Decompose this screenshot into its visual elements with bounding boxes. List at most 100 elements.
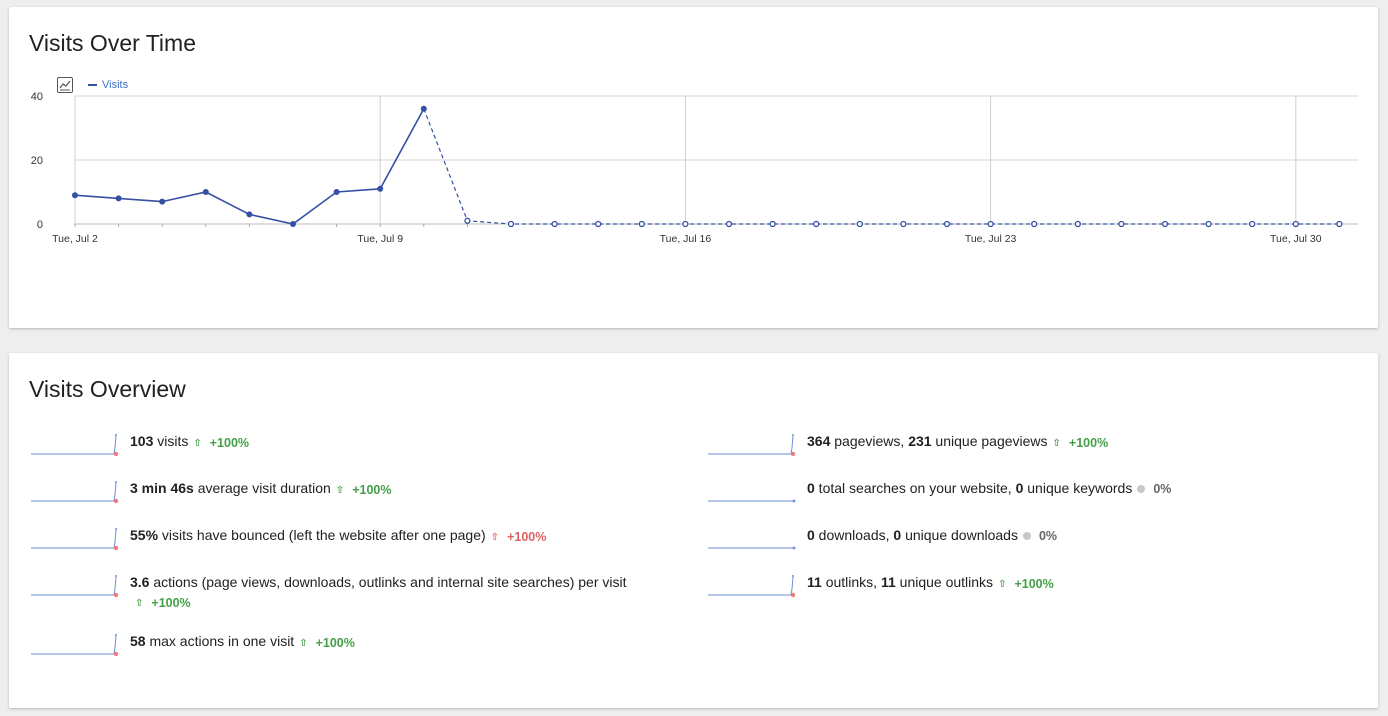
metric-label: unique outlinks xyxy=(895,574,994,590)
metric-row: 364 pageviews, 231 unique pageviews ⇧ +100… xyxy=(707,432,1108,458)
sparkline-graph[interactable] xyxy=(30,573,120,599)
visits-line-chart: 0 20 40 Tue, Jul 2 Tue, Jul 9 Tue, Jul 16 Tue,… xyxy=(31,91,1358,245)
sparkline-graph[interactable] xyxy=(30,632,120,658)
trend-indicator: 0% xyxy=(1137,480,1171,499)
y-tick-label: 0 xyxy=(37,219,43,231)
metric-label: total searches on your website, xyxy=(814,480,1016,496)
trend-value: +100% xyxy=(507,530,547,544)
metric-value: 58 xyxy=(130,633,146,649)
metric-row: 103 visits ⇧ +100% xyxy=(30,432,249,458)
sparkline-graph[interactable] xyxy=(707,432,797,458)
x-tick-label: Tue, Jul 9 xyxy=(357,233,403,245)
metric-value: 55% xyxy=(130,527,159,543)
sparkline-graph[interactable] xyxy=(707,479,797,505)
metric-text: 55% visits have bounced (left the websit… xyxy=(130,526,546,547)
metric-label: downloads, xyxy=(814,527,894,543)
data-point xyxy=(115,195,122,202)
data-point xyxy=(551,220,558,228)
neutral-dot-icon xyxy=(1137,485,1146,493)
sparkline-graph[interactable] xyxy=(707,526,797,552)
data-point xyxy=(1292,220,1299,228)
x-tick-label: Tue, Jul 16 xyxy=(660,233,712,245)
data-point xyxy=(246,211,253,218)
data-point xyxy=(72,192,78,199)
data-point xyxy=(507,220,515,228)
series-line-solid xyxy=(74,108,425,225)
trend-indicator: ⇧ +100% xyxy=(1053,434,1109,453)
visits-over-time-widget: Visits Over Time 0 20 40 Tue, Jul 2 Tue, Jul… xyxy=(9,7,1378,328)
trend-value: +100% xyxy=(1068,436,1109,450)
arrow-up-icon: ⇧ xyxy=(135,598,144,609)
line-chart-icon[interactable] xyxy=(57,77,73,93)
metric-text: 103 visits ⇧ +100% xyxy=(130,432,249,453)
trend-value: +100% xyxy=(151,596,191,610)
data-point xyxy=(725,220,733,228)
data-point xyxy=(159,198,166,205)
metric-row: 0 downloads, 0 unique downloads 0% xyxy=(707,526,1057,552)
metric-value: 231 xyxy=(908,433,932,449)
trend-value: 0% xyxy=(1038,528,1058,543)
data-point xyxy=(595,220,602,228)
metric-value: 11 xyxy=(807,574,822,590)
data-point xyxy=(377,185,384,192)
chart-legend-visits[interactable]: Visits xyxy=(88,79,128,91)
data-point xyxy=(813,220,820,228)
neutral-dot-icon xyxy=(1022,532,1031,540)
legend-swatch xyxy=(88,84,97,86)
trend-indicator: ⇧ +100% xyxy=(135,594,191,613)
metric-text: 58 max actions in one visit ⇧ +100% xyxy=(130,632,355,653)
data-point xyxy=(900,220,907,228)
arrow-up-icon: ⇧ xyxy=(299,638,308,649)
trend-value: +100% xyxy=(352,483,392,497)
data-point xyxy=(1118,220,1125,228)
x-tick-label: Tue, Jul 23 xyxy=(965,233,1017,245)
trend-indicator: ⇧ +100% xyxy=(998,575,1054,594)
sparkline-graph[interactable] xyxy=(30,479,120,505)
metric-label: unique keywords xyxy=(1023,480,1133,496)
metric-value: 3 min 46s xyxy=(130,480,194,496)
metric-label: outlinks, xyxy=(821,574,881,590)
arrow-up-icon: ⇧ xyxy=(490,532,500,543)
data-point xyxy=(987,220,994,228)
metric-row: 3.6 actions (page views, downloads, outl… xyxy=(30,573,670,613)
trend-value: +100% xyxy=(209,436,250,450)
y-tick-label: 40 xyxy=(31,91,43,103)
metric-value: 0 xyxy=(807,480,815,496)
metric-label: visits have bounced (left the website af… xyxy=(158,527,486,543)
evolution-graph: 0 20 40 Tue, Jul 2 Tue, Jul 9 Tue, Jul 16 Tue,… xyxy=(9,7,1378,328)
data-point xyxy=(943,220,951,228)
metric-value: 0 xyxy=(807,527,815,543)
metric-value: 3.6 xyxy=(130,574,150,590)
metric-text: 364 pageviews, 231 unique pageviews ⇧ +100… xyxy=(807,432,1108,453)
metric-label: unique pageviews xyxy=(931,433,1048,449)
data-point xyxy=(1161,220,1169,228)
data-point xyxy=(1249,220,1256,228)
metric-label: actions (page views, downloads, outlinks… xyxy=(149,574,627,590)
trend-indicator: 0% xyxy=(1022,527,1058,546)
trend-indicator: ⇧ +100% xyxy=(491,528,547,547)
metric-value: 103 xyxy=(130,433,154,449)
data-point xyxy=(1205,220,1212,228)
metric-text: 3.6 actions (page views, downloads, outl… xyxy=(130,573,670,613)
sparkline-graph[interactable] xyxy=(30,432,120,458)
sparkline-graph[interactable] xyxy=(30,526,120,552)
metric-label: average visit duration xyxy=(193,480,331,496)
data-point xyxy=(333,189,340,195)
metric-row: 11 outlinks, 11 unique outlinks ⇧ +100% xyxy=(707,573,1054,599)
sparkline-graph[interactable] xyxy=(707,573,797,599)
metric-text: 0 downloads, 0 unique downloads 0% xyxy=(807,526,1057,546)
metric-row: 58 max actions in one visit ⇧ +100% xyxy=(30,632,355,658)
visits-overview-widget: Visits Overview 103 visits ⇧ +100% 3 min 46… xyxy=(9,353,1378,708)
trend-value: 0% xyxy=(1153,481,1172,496)
trend-value: +100% xyxy=(1014,577,1054,591)
x-tick-label: Tue, Jul 2 xyxy=(52,233,98,245)
arrow-up-icon: ⇧ xyxy=(193,438,202,449)
data-point xyxy=(202,189,209,195)
data-point xyxy=(1031,220,1038,228)
metric-row: 0 total searches on your website, 0 uniq… xyxy=(707,479,1171,505)
arrow-up-icon: ⇧ xyxy=(998,579,1007,590)
x-tick-label: Tue, Jul 30 xyxy=(1270,233,1322,245)
metric-text: 0 total searches on your website, 0 uniq… xyxy=(807,479,1171,499)
trend-indicator: ⇧ +100% xyxy=(299,634,355,653)
arrow-up-icon: ⇧ xyxy=(335,485,345,496)
